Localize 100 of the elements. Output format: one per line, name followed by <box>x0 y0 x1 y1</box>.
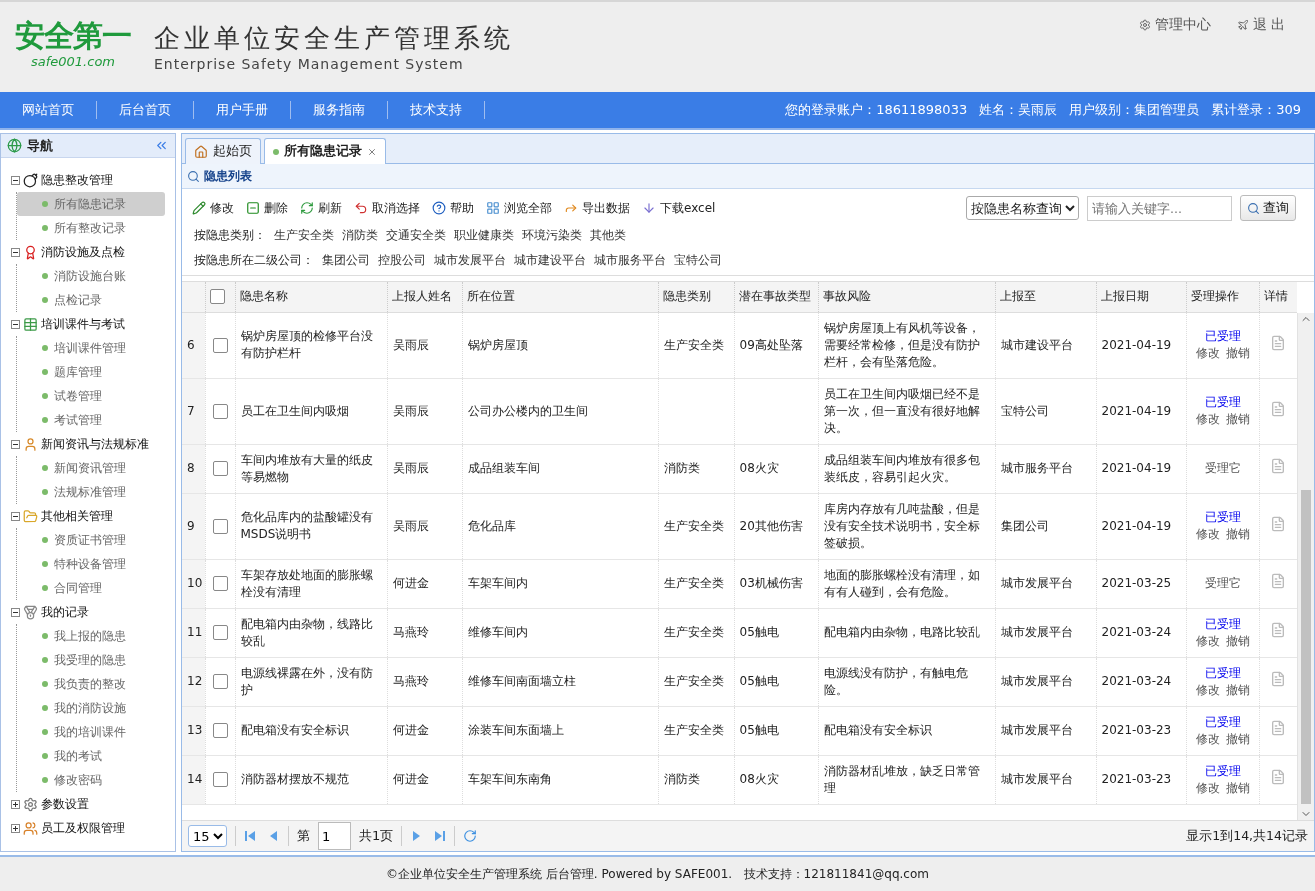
row-checkbox[interactable] <box>212 772 228 787</box>
filter-link[interactable]: 城市发展平台 <box>434 252 506 268</box>
tree-group[interactable]: 员工及权限管理 <box>41 819 125 837</box>
toolbar-button[interactable]: 刷新 <box>300 199 342 217</box>
tree-item[interactable]: 培训课件管理 <box>17 336 165 360</box>
accepted-link[interactable]: 已受理 <box>1191 762 1254 780</box>
tree-item[interactable]: 资质证书管理 <box>17 528 165 552</box>
nav-link[interactable]: 网站首页 <box>0 101 97 119</box>
document-icon[interactable] <box>1270 671 1286 687</box>
tree-group[interactable]: 隐患整改管理 <box>41 171 113 189</box>
accepted-link[interactable]: 已受理 <box>1191 394 1254 411</box>
tree-item[interactable]: 考试管理 <box>17 408 165 432</box>
action-link[interactable]: 修改 <box>1195 731 1220 746</box>
row-checkbox[interactable] <box>212 674 228 689</box>
expand-icon[interactable] <box>11 799 20 809</box>
tree-item[interactable]: 所有整改记录 <box>17 216 165 240</box>
toolbar-button[interactable]: 帮助 <box>432 199 474 217</box>
tree-group[interactable]: 培训课件与考试 <box>41 315 125 333</box>
tree-item[interactable]: 我的考试 <box>17 744 165 768</box>
tree-group[interactable]: 新闻资讯与法规标准 <box>41 435 149 453</box>
tree-item[interactable]: 点检记录 <box>17 288 165 312</box>
tree-item[interactable]: 消防设施台账 <box>17 264 165 288</box>
action-link[interactable]: 修改 <box>1195 527 1220 541</box>
filter-link[interactable]: 控股公司 <box>378 252 426 268</box>
row-checkbox[interactable] <box>212 337 228 353</box>
nav-link[interactable]: 用户手册 <box>194 101 291 119</box>
refresh-icon[interactable] <box>463 829 478 843</box>
collapse-icon[interactable] <box>11 607 20 617</box>
action-link[interactable]: 修改 <box>1195 412 1220 426</box>
document-icon[interactable] <box>1270 720 1286 736</box>
action-link[interactable]: 修改 <box>1195 780 1220 795</box>
row-checkbox[interactable] <box>212 461 228 476</box>
action-link[interactable]: 修改 <box>1195 346 1220 360</box>
tree-item[interactable]: 我受理的隐患 <box>17 648 165 672</box>
filter-link[interactable]: 消防类 <box>342 227 378 243</box>
toolbar-button[interactable]: 取消选择 <box>354 199 420 217</box>
document-icon[interactable] <box>1270 458 1286 474</box>
filter-link[interactable]: 其他类 <box>590 227 626 243</box>
row-checkbox[interactable] <box>212 723 228 738</box>
document-icon[interactable] <box>1270 400 1286 417</box>
accepted-link[interactable]: 已受理 <box>1191 328 1254 345</box>
collapse-icon[interactable] <box>11 439 20 449</box>
action-link[interactable]: 撤销 <box>1225 633 1250 648</box>
row-checkbox[interactable] <box>212 518 228 534</box>
document-icon[interactable] <box>1270 622 1286 638</box>
accepted-link[interactable]: 已受理 <box>1191 713 1254 731</box>
collapse-icon[interactable] <box>11 319 20 329</box>
document-icon[interactable] <box>1270 515 1286 532</box>
query-button[interactable]: 查询 <box>1240 195 1296 221</box>
page-field[interactable]: 1 <box>318 822 351 850</box>
collapse-icon[interactable] <box>11 247 20 257</box>
tree-group[interactable]: 参数设置 <box>41 795 89 813</box>
toolbar-button[interactable]: 导出数据 <box>564 199 630 217</box>
accepted-link[interactable]: 已受理 <box>1191 664 1254 682</box>
search-mode-select[interactable]: 按隐患名称查询 <box>966 196 1079 220</box>
action-link[interactable]: 撤销 <box>1225 346 1250 360</box>
filter-link[interactable]: 集团公司 <box>322 252 370 268</box>
tree-group[interactable]: 我的记录 <box>41 603 89 621</box>
nav-link[interactable]: 技术支持 <box>388 101 485 119</box>
expand-icon[interactable] <box>11 823 20 833</box>
action-link[interactable]: 撤销 <box>1225 527 1250 541</box>
accept-link[interactable]: 受理它 <box>1191 575 1254 592</box>
tree-item[interactable]: 我负责的整改 <box>17 672 165 696</box>
tree-item[interactable]: 合同管理 <box>17 576 165 600</box>
keyword-field[interactable]: 请输入关键字... <box>1087 195 1232 221</box>
filter-link[interactable]: 交通安全类 <box>386 227 446 243</box>
row-checkbox[interactable] <box>212 403 228 419</box>
toolbar-button[interactable]: 浏览全部 <box>486 199 552 217</box>
tab[interactable]: 所有隐患记录 <box>264 138 386 164</box>
row-checkbox[interactable] <box>212 576 228 591</box>
select-all-checkbox[interactable] <box>209 289 225 305</box>
document-icon[interactable] <box>1270 573 1286 589</box>
toolbar-button[interactable]: 修改 <box>192 199 234 217</box>
nav-link[interactable]: 服务指南 <box>291 101 388 119</box>
admin-center-link[interactable]: 管理中心 <box>1138 16 1211 34</box>
action-link[interactable]: 撤销 <box>1225 731 1250 746</box>
tree-item[interactable]: 我的培训课件 <box>17 720 165 744</box>
tree-item[interactable]: 我上报的隐患 <box>17 624 165 648</box>
document-icon[interactable] <box>1270 334 1286 351</box>
tree-item[interactable]: 试卷管理 <box>17 384 165 408</box>
toolbar-button[interactable]: 下载excel <box>642 199 716 217</box>
close-icon[interactable] <box>367 146 377 157</box>
accepted-link[interactable]: 已受理 <box>1191 509 1254 526</box>
accept-link[interactable]: 受理它 <box>1191 460 1254 477</box>
tree-item[interactable]: 新闻资讯管理 <box>17 456 165 480</box>
document-icon[interactable] <box>1270 769 1286 785</box>
filter-link[interactable]: 宝特公司 <box>674 252 722 268</box>
toolbar-button[interactable]: 删除 <box>246 199 288 217</box>
tree-item[interactable]: 题库管理 <box>17 360 165 384</box>
filter-link[interactable]: 生产安全类 <box>274 227 334 243</box>
page-size-select[interactable]: 15 <box>188 825 227 847</box>
filter-link[interactable]: 职业健康类 <box>454 227 514 243</box>
action-link[interactable]: 撤销 <box>1225 780 1250 795</box>
tree-group[interactable]: 其他相关管理 <box>41 507 113 525</box>
tree-group[interactable]: 消防设施及点检 <box>41 243 125 261</box>
filter-link[interactable]: 环境污染类 <box>522 227 582 243</box>
tab[interactable]: 起始页 <box>185 138 261 164</box>
collapse-icon[interactable] <box>11 511 20 521</box>
filter-link[interactable]: 城市服务平台 <box>594 252 666 268</box>
action-link[interactable]: 修改 <box>1195 633 1220 648</box>
